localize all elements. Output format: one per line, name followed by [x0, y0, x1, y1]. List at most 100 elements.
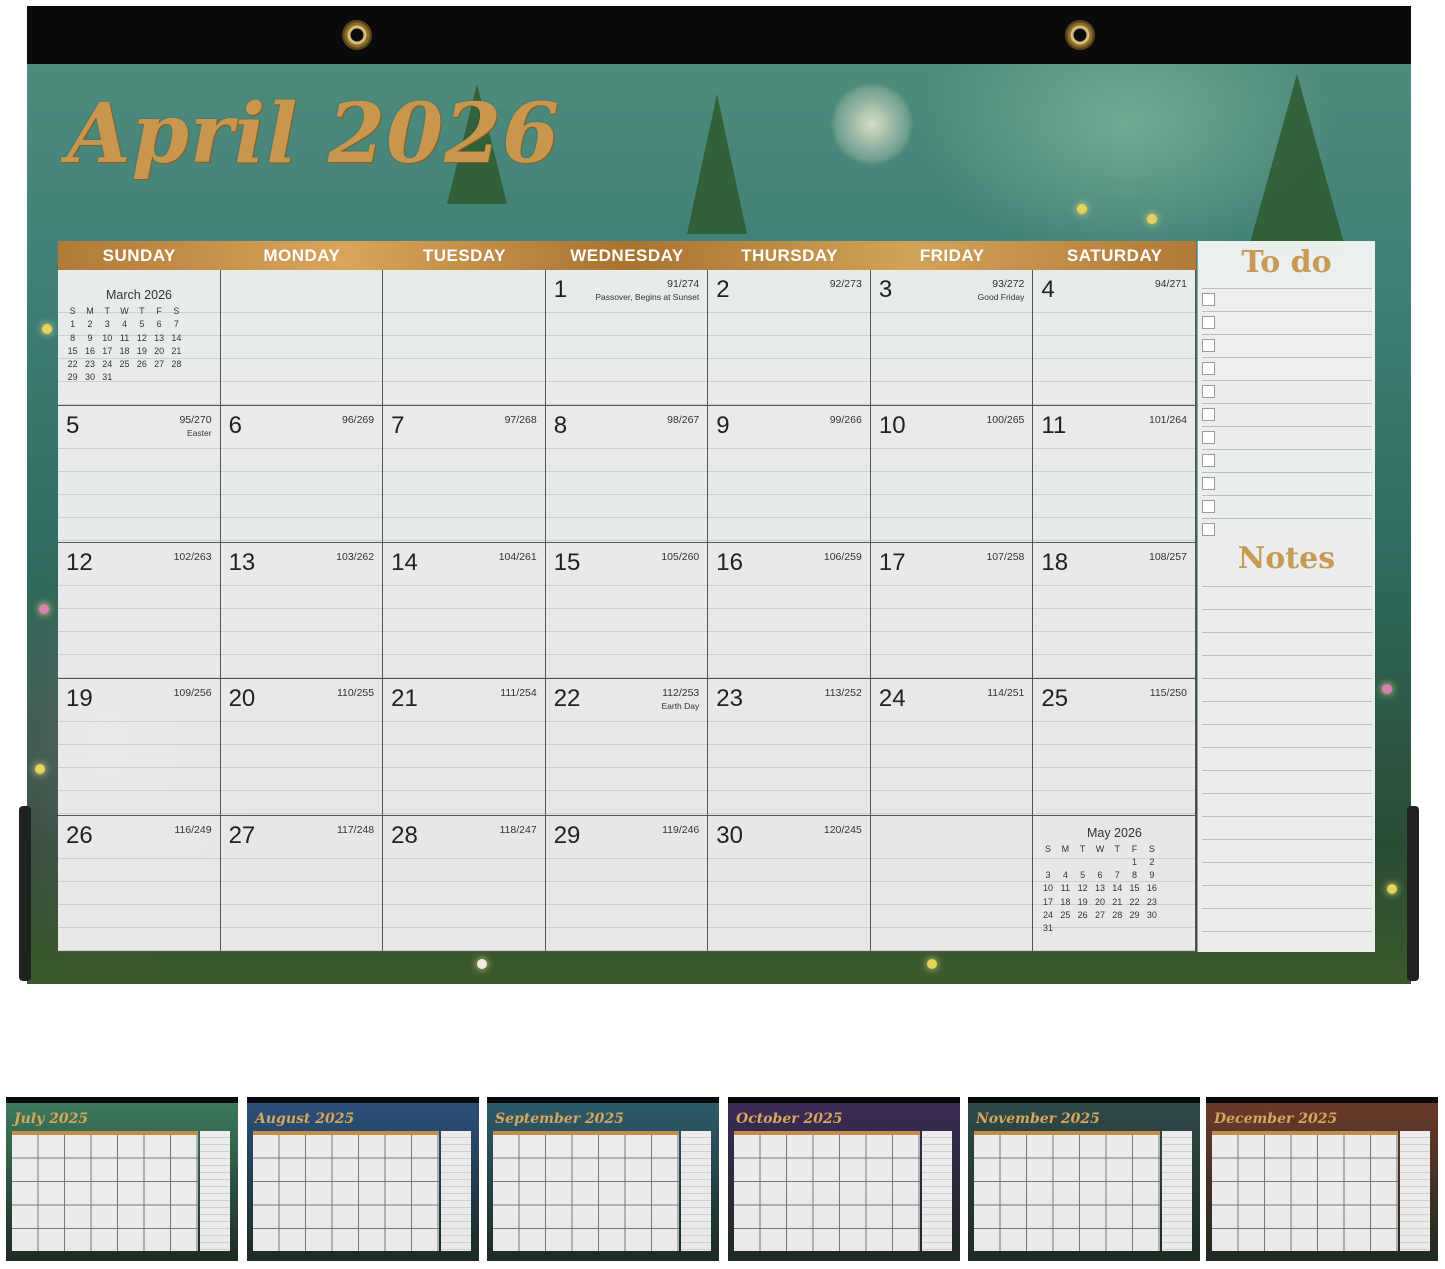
todo-checkbox[interactable] — [1202, 408, 1215, 421]
day-of-year-count: 112/253 — [662, 687, 700, 700]
day-number: 4 — [1041, 276, 1055, 303]
todo-checkbox[interactable] — [1202, 293, 1215, 306]
todo-checkbox[interactable] — [1202, 454, 1215, 467]
day-cell-11[interactable]: 11 101/264 — [1033, 406, 1196, 543]
mini-day: 31 — [102, 372, 113, 383]
day-cell-27[interactable]: 27 117/248 — [220, 815, 384, 952]
mini-day: 25 — [119, 359, 130, 370]
thumbnail-december[interactable]: December 2025 — [1206, 1097, 1438, 1261]
day-of-year-count: 94/271 — [1154, 278, 1187, 290]
day-cell-29[interactable]: 29 119/246 — [545, 815, 709, 952]
day-cell-14[interactable]: 14 104/261 — [383, 542, 546, 680]
day-number: 9 — [716, 412, 730, 440]
mini-day — [1057, 922, 1074, 935]
day-cell-28[interactable]: 28 118/247 — [383, 815, 546, 952]
day-cell-8[interactable]: 8 98/267 — [545, 406, 709, 543]
mini-day: 23 — [84, 359, 95, 370]
todo-line — [1202, 288, 1372, 289]
day-cell-23[interactable]: 23 113/252 — [708, 679, 871, 816]
notes-line — [1202, 885, 1372, 886]
day-cell-1[interactable]: 1 91/274 Passover, Begins at Sunset — [545, 270, 709, 407]
mini-day: 20 — [154, 345, 165, 356]
mini-day: 5 — [1080, 870, 1086, 881]
day-cell-6[interactable]: 6 96/269 — [220, 406, 384, 543]
day-cell-4[interactable]: 4 94/271 — [1033, 270, 1196, 407]
thumbnail-grid — [12, 1135, 198, 1251]
day-cell-3[interactable]: 3 93/272 Good Friday — [870, 270, 1034, 407]
day-number: 11 — [1041, 412, 1067, 440]
day-cell-9[interactable]: 9 99/266 — [708, 406, 871, 543]
todo-checkbox[interactable] — [1202, 500, 1215, 513]
mini-day — [1143, 922, 1160, 935]
day-of-year-count: 103/262 — [336, 550, 375, 563]
mini-day — [1126, 922, 1143, 935]
flower-icon — [927, 959, 937, 969]
day-cell-20[interactable]: 20 110/255 — [220, 679, 384, 816]
mini-weekday: S — [1045, 843, 1052, 854]
day-cell-21[interactable]: 21 111/254 — [383, 679, 546, 816]
todo-checkbox[interactable] — [1202, 431, 1215, 444]
weekday-header: SUNDAY MONDAY TUESDAY WEDNESDAY THURSDAY FRID… — [58, 241, 1196, 270]
day-cell-19[interactable]: 19 109/256 — [58, 679, 221, 816]
day-of-year-count: 110/255 — [336, 687, 375, 700]
day-cell-25[interactable]: 25 115/250 — [1033, 679, 1196, 816]
day-cell-5[interactable]: 5 95/270 Easter — [58, 406, 221, 543]
holiday-label: Easter — [186, 428, 212, 439]
thumbnail-month-title: November 2025 — [976, 1111, 1100, 1127]
day-cell-22[interactable]: 22 112/253 Earth Day — [545, 679, 709, 816]
day-cell-13[interactable]: 13 103/262 — [220, 542, 384, 680]
weekday-tuesday: TUESDAY — [422, 246, 506, 265]
todo-line — [1202, 518, 1372, 519]
day-cell-2[interactable]: 2 92/273 — [708, 270, 871, 407]
holiday-label: Good Friday — [977, 292, 1025, 302]
thumbnail-august[interactable]: August 2025 — [247, 1097, 479, 1261]
mini-day — [1091, 922, 1108, 935]
mini-day: 16 — [1146, 883, 1157, 894]
todo-line — [1202, 334, 1372, 335]
todo-checkbox[interactable] — [1202, 316, 1215, 329]
day-cell-12[interactable]: 12 102/263 — [58, 542, 221, 680]
mini-day — [168, 371, 185, 384]
mini-day: 24 — [102, 359, 113, 370]
day-cell-24[interactable]: 24 114/251 — [870, 679, 1034, 816]
todo-checkbox[interactable] — [1202, 523, 1215, 536]
day-cell-16[interactable]: 16 106/259 — [708, 542, 871, 680]
todo-checkbox[interactable] — [1202, 477, 1215, 490]
mini-day: 28 — [171, 359, 182, 370]
todo-checkbox[interactable] — [1202, 385, 1215, 398]
mini-day: 17 — [1043, 896, 1054, 907]
day-number: 7 — [391, 412, 405, 440]
day-cell-10[interactable]: 10 100/265 — [870, 406, 1034, 543]
thumbnail-october[interactable]: October 2025 — [728, 1097, 960, 1261]
day-cell-18[interactable]: 18 108/257 — [1033, 542, 1196, 680]
day-number: 10 — [878, 412, 906, 440]
day-cell-30[interactable]: 30 120/245 — [708, 815, 871, 952]
mini-day: 16 — [84, 345, 95, 356]
mini-day: 1 — [70, 319, 76, 330]
day-number: 1 — [553, 276, 568, 303]
todo-checkbox[interactable] — [1202, 339, 1215, 352]
mini-day: 9 — [1149, 870, 1155, 881]
day-cell-15[interactable]: 15 105/260 — [545, 542, 709, 680]
thumbnail-july[interactable]: July 2025 — [6, 1097, 238, 1261]
day-cell-26[interactable]: 26 116/249 — [58, 815, 221, 952]
mini-weekday: S — [173, 306, 180, 316]
mini-weekday: W — [1095, 843, 1105, 854]
side-panel: To do Notes — [1197, 241, 1375, 952]
mini-weekday: T — [1114, 843, 1120, 854]
day-number: 24 — [878, 685, 906, 713]
day-number: 6 — [228, 412, 242, 440]
thumbnail-september[interactable]: September 2025 — [487, 1097, 719, 1261]
notes-line — [1202, 839, 1372, 840]
flower-icon — [1382, 684, 1392, 694]
day-cell-17[interactable]: 17 107/258 — [870, 542, 1034, 680]
todo-checkbox[interactable] — [1202, 362, 1215, 375]
thumbnail-november[interactable]: November 2025 — [968, 1097, 1200, 1261]
mini-day: 10 — [102, 332, 113, 343]
flower-icon — [1387, 884, 1397, 894]
day-number: 21 — [391, 685, 418, 713]
day-number: 5 — [66, 412, 80, 440]
mini-day: 4 — [1062, 870, 1068, 881]
mini-weekday: S — [1148, 843, 1155, 854]
day-cell-7[interactable]: 7 97/268 — [383, 406, 546, 543]
